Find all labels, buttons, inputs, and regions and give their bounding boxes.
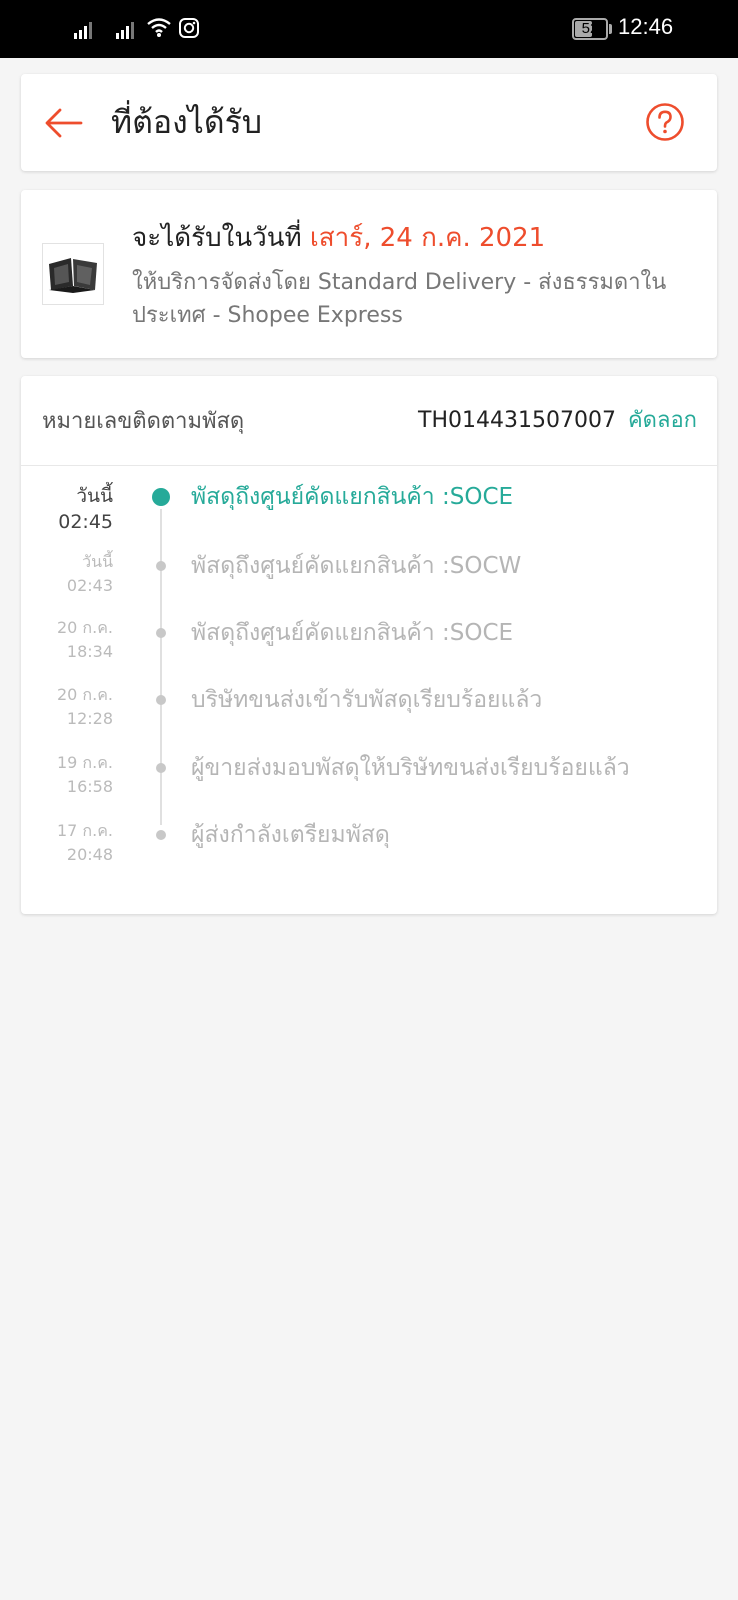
event-date: วันนี้ 02:43 [23, 550, 113, 598]
question-circle-icon [646, 103, 684, 141]
timeline-event: วันนี้ 02:45 พัสดุถึงศูนย์คัดแยกสินค้า :… [21, 481, 717, 541]
event-time: 20:48 [66, 845, 113, 864]
timeline-dot [156, 763, 166, 773]
event-description: ผู้ขายส่งมอบพัสดุให้บริษัทขนส่งเรียบร้อย… [191, 755, 630, 781]
timeline-event: 19 ก.ค. 16:58 ผู้ขายส่งมอบพัสดุให้บริษัท… [21, 751, 717, 811]
wifi-icon [147, 18, 171, 37]
delivery-info-card: จะได้รับในวันที่ เสาร์, 24 ก.ค. 2021 ให้… [21, 190, 717, 358]
timeline-dot [156, 628, 166, 638]
tracking-number: TH014431507007 [418, 408, 616, 433]
timeline-event: วันนี้ 02:43 พัสดุถึงศูนย์คัดแยกสินค้า :… [21, 548, 717, 608]
event-time: 18:34 [66, 642, 113, 661]
tracking-card: หมายเลขติดตามพัสดุ TH014431507007 คัดลอก… [21, 376, 717, 914]
product-thumbnail[interactable] [42, 243, 104, 305]
timeline-dot [156, 561, 166, 571]
event-day: 19 ก.ค. [56, 753, 113, 772]
tracking-number-label: หมายเลขติดตามพัสดุ [42, 409, 245, 434]
event-date: วันนี้ 02:45 [23, 483, 113, 535]
page-title: ที่ต้องได้รับ [111, 103, 263, 141]
event-description: พัสดุถึงศูนย์คัดแยกสินค้า :SOCW [191, 553, 522, 579]
tracking-number-row: TH014431507007 คัดลอก [418, 405, 697, 437]
event-time: 02:45 [58, 511, 113, 533]
delivery-estimate: จะได้รับในวันที่ เสาร์, 24 ก.ค. 2021 [132, 220, 545, 256]
arrow-left-icon [45, 108, 83, 138]
event-day: 17 ก.ค. [56, 821, 113, 840]
event-time: 12:28 [66, 709, 113, 728]
event-day: วันนี้ [76, 485, 113, 507]
event-time: 16:58 [66, 777, 113, 796]
event-description: พัสดุถึงศูนย์คัดแยกสินค้า :SOCE [191, 620, 514, 646]
event-description: พัสดุถึงศูนย์คัดแยกสินค้า :SOCE [191, 484, 514, 510]
timeline-dot [156, 830, 166, 840]
timeline-dot [152, 488, 170, 506]
status-time: 12:46 [618, 14, 674, 39]
instagram-icon [179, 18, 199, 38]
delivery-date: เสาร์, 24 ก.ค. 2021 [309, 223, 546, 253]
timeline-dot [156, 695, 166, 705]
event-description: ผู้ส่งกำลังเตรียมพัสดุ [191, 822, 390, 848]
battery-percent: 52 [581, 20, 599, 37]
event-description: บริษัทขนส่งเข้ารับพัสดุเรียบร้อยแล้ว [191, 687, 543, 713]
battery-tip [609, 24, 612, 34]
shipping-description: ให้บริการจัดส่งโดย Standard Delivery - ส… [132, 270, 667, 328]
header-bar: ที่ต้องได้รับ [21, 74, 717, 171]
help-button[interactable] [645, 102, 685, 142]
signal-icon [116, 19, 134, 39]
back-button[interactable] [41, 100, 87, 146]
event-day: 20 ก.ค. [56, 618, 113, 637]
event-date: 20 ก.ค. 18:34 [23, 616, 113, 664]
event-date: 19 ก.ค. 16:58 [23, 751, 113, 799]
event-date: 17 ก.ค. 20:48 [23, 819, 113, 867]
divider [21, 465, 717, 466]
event-day: วันนี้ [82, 552, 113, 571]
delivery-prefix: จะได้รับในวันที่ [132, 223, 302, 253]
event-day: 20 ก.ค. [56, 685, 113, 704]
product-image [43, 244, 103, 304]
signal-icon [74, 19, 92, 39]
timeline-event: 17 ก.ค. 20:48 ผู้ส่งกำลังเตรียมพัสดุ [21, 819, 717, 879]
status-bar: 52 12:46 [0, 0, 738, 58]
event-time: 02:43 [66, 576, 113, 595]
timeline-event: 20 ก.ค. 18:34 พัสดุถึงศูนย์คัดแยกสินค้า … [21, 616, 717, 676]
timeline-event: 20 ก.ค. 12:28 บริษัทขนส่งเข้ารับพัสดุเรี… [21, 683, 717, 743]
copy-button[interactable]: คัดลอก [628, 408, 697, 433]
event-date: 20 ก.ค. 12:28 [23, 683, 113, 731]
battery-icon: 52 [572, 18, 608, 40]
